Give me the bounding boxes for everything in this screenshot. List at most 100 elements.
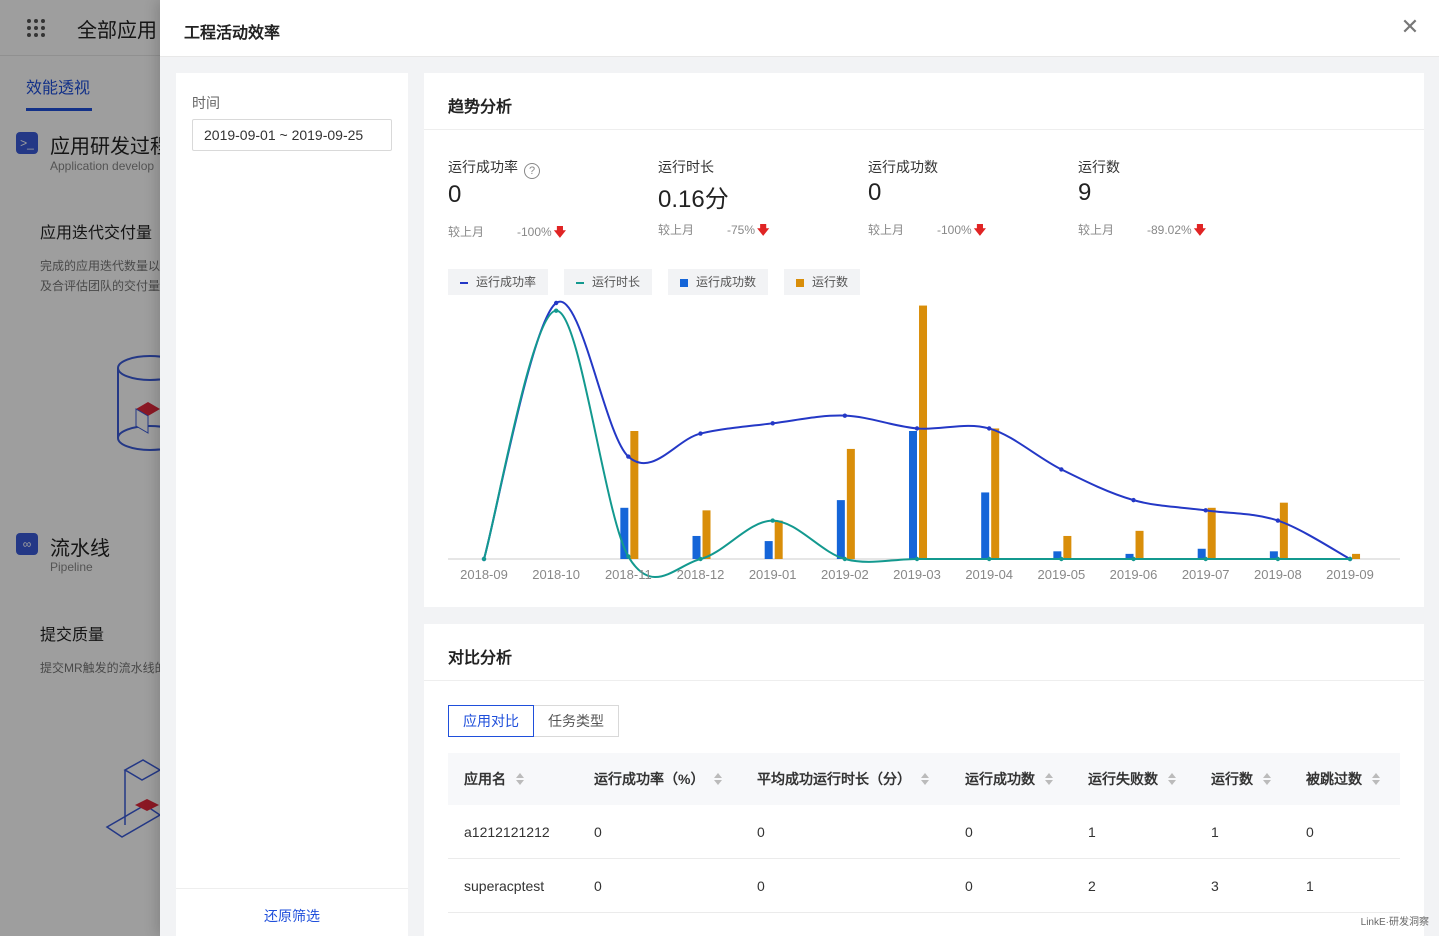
- date-range-picker[interactable]: 2019-09-01 ~ 2019-09-25: [192, 119, 392, 151]
- column-header[interactable]: 运行失败数: [1088, 753, 1176, 805]
- data-point: [1203, 508, 1208, 513]
- data-point: [1059, 467, 1064, 472]
- bar: [1207, 507, 1216, 559]
- bar: [1279, 502, 1288, 559]
- sort-icon[interactable]: [1045, 773, 1053, 785]
- column-header-label: 运行失败数: [1088, 771, 1158, 787]
- bar: [1135, 530, 1144, 559]
- sort-icon[interactable]: [1263, 773, 1271, 785]
- x-tick-label: 2019-02: [821, 567, 869, 582]
- data-point: [842, 413, 848, 418]
- bar: [909, 431, 918, 559]
- table-cell: 3: [1211, 877, 1219, 894]
- table-cell: a1212121212: [464, 823, 550, 840]
- data-point: [698, 431, 703, 436]
- table-cell: 0: [757, 877, 765, 894]
- column-header[interactable]: 平均成功运行时长（分）: [757, 753, 929, 805]
- compare-table: 应用名 运行成功率（%） 平均成功运行时长（分） 运行成功数 运行失败数 运行数 被跳过数 …: [448, 753, 1400, 913]
- table-cell: 1: [1306, 877, 1314, 894]
- data-point: [770, 518, 775, 523]
- sort-icon[interactable]: [1168, 773, 1176, 785]
- bar: [991, 428, 1000, 559]
- data-point: [842, 556, 848, 562]
- table-cell: 0: [594, 877, 602, 894]
- divider: [424, 680, 1424, 681]
- x-tick-label: 2019-08: [1254, 567, 1302, 582]
- column-header[interactable]: 应用名: [464, 753, 524, 805]
- segment-task-type[interactable]: 任务类型: [534, 705, 619, 737]
- x-tick-label: 2019-01: [749, 567, 797, 582]
- bar: [836, 500, 845, 559]
- column-header-label: 平均成功运行时长（分）: [757, 771, 911, 787]
- column-header[interactable]: 运行数: [1211, 753, 1271, 805]
- sort-icon[interactable]: [516, 773, 524, 785]
- bar: [1063, 535, 1072, 559]
- column-header-label: 运行成功率（%）: [594, 771, 705, 787]
- column-header-label: 运行成功数: [965, 771, 1035, 787]
- column-header[interactable]: 运行成功数: [965, 753, 1053, 805]
- data-point: [986, 556, 992, 562]
- drawer-header: 工程活动效率 ✕: [160, 0, 1439, 57]
- x-tick-label: 2018-11: [605, 567, 652, 582]
- table-cell: 0: [757, 823, 765, 840]
- column-header[interactable]: 被跳过数: [1306, 753, 1380, 805]
- table-cell: 1: [1211, 823, 1219, 840]
- bar: [774, 520, 783, 559]
- table-cell: 0: [594, 823, 602, 840]
- column-header-label: 运行数: [1211, 771, 1253, 787]
- x-tick-label: 2018-09: [460, 567, 508, 582]
- data-point: [1275, 518, 1281, 523]
- trend-chart: 2018-09 2018-10 2018-11 2018-12 2019-01 2019-…: [448, 300, 1400, 582]
- drawer-title: 工程活动效率: [184, 25, 281, 42]
- compare-title: 对比分析: [448, 650, 513, 667]
- x-tick-label: 2019-07: [1182, 567, 1230, 582]
- data-point: [1347, 556, 1353, 562]
- table-cell: 2: [1088, 877, 1096, 894]
- filter-panel: 时间 2019-09-01 ~ 2019-09-25 还原筛选: [176, 73, 408, 936]
- column-header[interactable]: 运行成功率（%）: [594, 753, 723, 805]
- column-header-label: 应用名: [464, 771, 506, 787]
- table-cell: superacptest: [464, 877, 545, 894]
- efficiency-drawer: 工程活动效率 ✕ 时间 2019-09-01 ~ 2019-09-25 还原筛选…: [160, 0, 1439, 936]
- column-header-label: 被跳过数: [1306, 771, 1362, 787]
- data-point: [626, 554, 631, 559]
- segment-app-compare[interactable]: 应用对比: [448, 705, 534, 737]
- filter-footer: 还原筛选: [176, 888, 408, 936]
- sort-icon[interactable]: [714, 773, 723, 785]
- table-row[interactable]: a1212121212 0 0 0 1 1 0: [448, 805, 1400, 859]
- table-cell: 0: [965, 823, 973, 840]
- data-point: [986, 426, 992, 431]
- x-tick-label: 2019-03: [893, 567, 941, 582]
- bar: [846, 448, 855, 559]
- sort-icon[interactable]: [1372, 773, 1380, 785]
- data-point: [1203, 556, 1208, 562]
- bar: [692, 535, 701, 559]
- time-label: 时间: [192, 95, 220, 111]
- watermark: LinkE·研发洞察: [1360, 917, 1429, 928]
- compare-segment-control: 应用对比 任务类型: [448, 705, 619, 737]
- x-tick-label: 2019-05: [1038, 567, 1086, 582]
- sort-icon[interactable]: [921, 773, 929, 785]
- data-point: [553, 300, 559, 306]
- close-icon[interactable]: ✕: [1399, 16, 1421, 38]
- table-header: 应用名 运行成功率（%） 平均成功运行时长（分） 运行成功数 运行失败数 运行数 被跳过数: [448, 753, 1400, 805]
- bar: [1352, 553, 1361, 559]
- compare-analysis-card: 对比分析 应用对比 任务类型 应用名 运行成功率（%） 平均成功运行时长（分） 运行成…: [424, 624, 1424, 936]
- series-line: [483, 309, 1351, 578]
- data-point: [1131, 556, 1136, 562]
- bar: [764, 541, 773, 559]
- x-tick-label: 2019-06: [1110, 567, 1158, 582]
- reset-filter-button[interactable]: 还原筛选: [264, 906, 320, 926]
- table-cell: 0: [1306, 823, 1314, 840]
- x-tick-label: 2018-12: [677, 567, 725, 582]
- data-point: [553, 308, 559, 313]
- data-point: [481, 556, 487, 562]
- table-cell: 1: [1088, 823, 1096, 840]
- data-point: [698, 556, 703, 562]
- x-tick-label: 2018-10: [532, 567, 580, 582]
- table-cell: 0: [965, 877, 973, 894]
- x-tick-label: 2019-09: [1326, 567, 1374, 582]
- bar: [919, 305, 928, 559]
- data-point: [914, 556, 920, 562]
- table-row[interactable]: superacptest 0 0 0 2 3 1: [448, 859, 1400, 913]
